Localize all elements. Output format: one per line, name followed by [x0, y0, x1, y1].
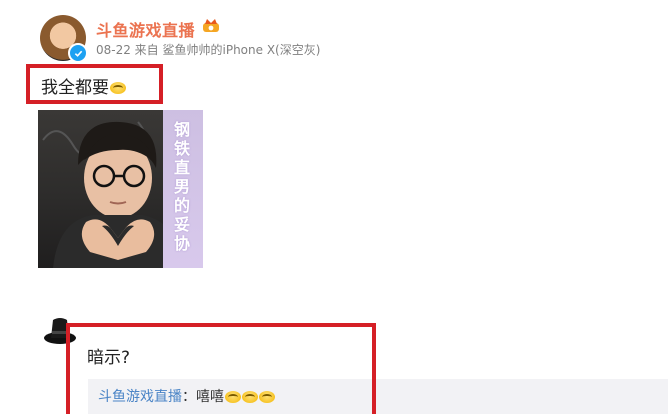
- reply-line: 斗鱼游戏直播：嘻嘻: [98, 386, 275, 406]
- emoji-icon: [110, 82, 126, 94]
- post-text: 我全都要: [41, 73, 126, 98]
- emoji-icon: [242, 391, 258, 403]
- emoji-icon: [225, 391, 241, 403]
- post-image[interactable]: 钢 铁 直 男 的 妥 协: [38, 110, 203, 268]
- post-meta: 08-22 来自 鲨鱼帅帅的iPhone X(深空灰): [96, 43, 321, 57]
- reply-text: 嘻嘻: [196, 389, 224, 405]
- emoji-icon: [259, 391, 275, 403]
- image-caption: 钢 铁 直 男 的 妥 协: [173, 120, 190, 253]
- comment-text: 暗示?: [87, 348, 131, 368]
- crown-badge-icon: [203, 19, 219, 32]
- verified-badge-icon: [68, 43, 88, 63]
- reply-separator: ：: [182, 389, 196, 405]
- post-username[interactable]: 斗鱼游戏直播: [96, 17, 195, 41]
- avatar[interactable]: [40, 15, 88, 63]
- reply-username[interactable]: 斗鱼游戏直播: [98, 389, 182, 405]
- post-text-content: 我全都要: [41, 78, 109, 98]
